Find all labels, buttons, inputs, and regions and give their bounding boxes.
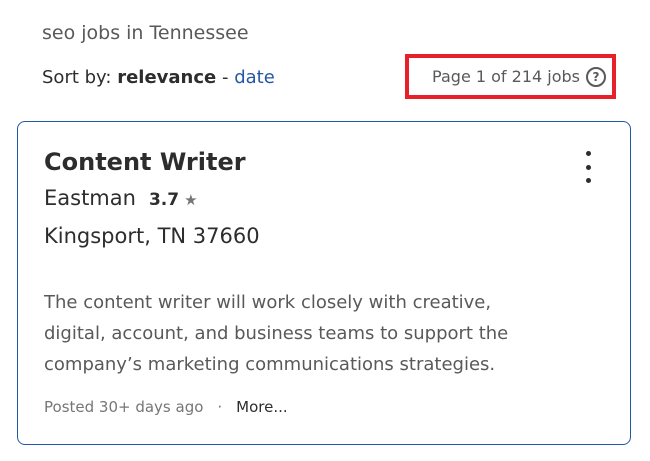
sort-date-link[interactable]: date (234, 67, 275, 88)
help-icon[interactable]: ? (586, 66, 606, 87)
search-heading: seo jobs in Tennessee (42, 22, 249, 44)
job-snippet: The content writer will work closely wit… (44, 287, 584, 380)
snippet-line: company’s marketing communications strat… (44, 354, 496, 375)
star-icon: ★ (184, 191, 198, 209)
more-options-button[interactable] (580, 151, 596, 183)
page-count-text: Page 1 of 214 jobs (432, 67, 580, 86)
posted-date: Posted 30+ days ago (44, 398, 204, 416)
company-rating: 3.7 (148, 190, 180, 210)
job-location: Kingsport, TN 37660 (44, 224, 260, 248)
job-card[interactable]: Content Writer Eastman 3.7 ★ Kingsport, … (17, 121, 631, 445)
meta-separator: · (217, 398, 223, 416)
sort-separator: - (221, 67, 229, 88)
job-meta: Posted 30+ days ago · More... (44, 398, 288, 416)
job-title[interactable]: Content Writer (44, 148, 246, 176)
more-link[interactable]: More... (236, 398, 288, 416)
kebab-dot (585, 164, 591, 170)
snippet-line: digital, account, and business teams to … (44, 323, 509, 344)
company-row: Eastman 3.7 ★ (44, 186, 198, 210)
sort-controls: Sort by: relevance - date (42, 67, 275, 88)
search-results-page: seo jobs in Tennessee Sort by: relevance… (0, 0, 650, 461)
snippet-line: The content writer will work closely wit… (44, 292, 492, 313)
page-count-highlight: Page 1 of 214 jobs ? (405, 54, 616, 99)
sort-relevance-option: relevance (117, 67, 217, 88)
company-name: Eastman (44, 186, 136, 210)
kebab-dot (585, 178, 591, 183)
sort-label: Sort by: (42, 67, 112, 88)
kebab-dot (585, 151, 591, 156)
